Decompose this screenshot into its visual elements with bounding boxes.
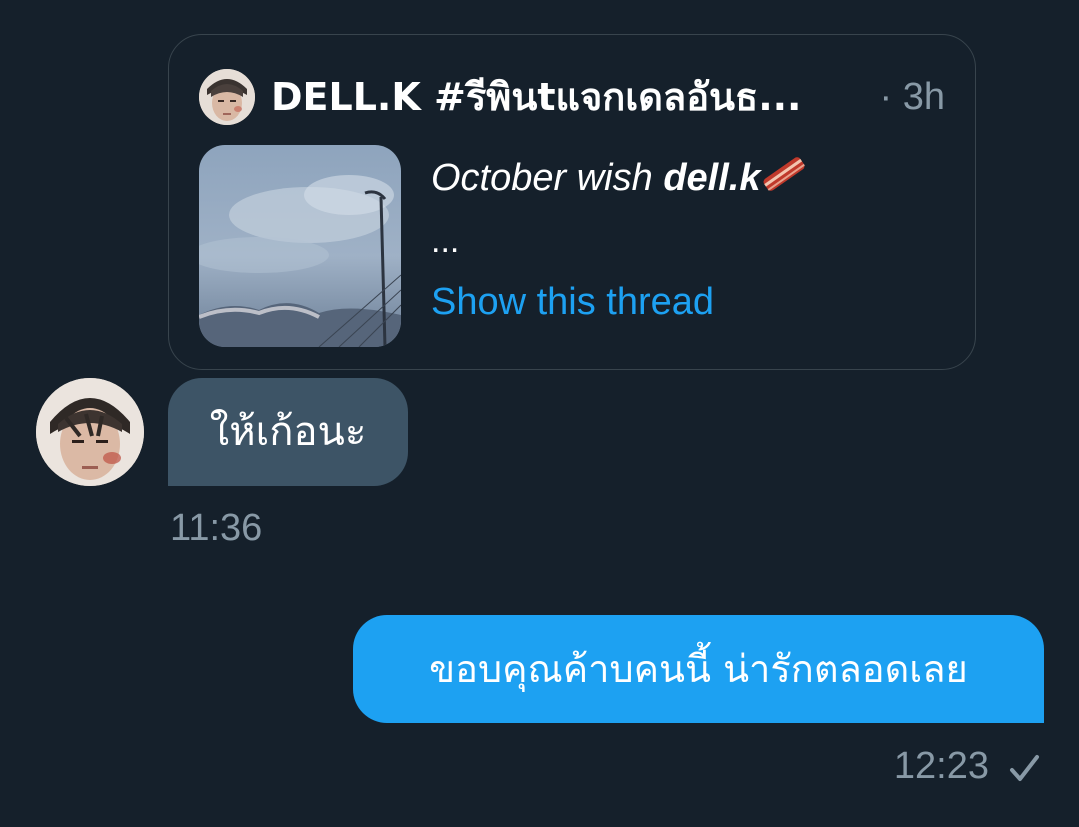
incoming-message-time: 11:36 bbox=[170, 507, 263, 549]
outgoing-message-bubble[interactable]: ขอบคุณค้าบคนนี้ น่ารักตลอดเลย bbox=[353, 615, 1044, 723]
show-thread-link[interactable]: Show this thread bbox=[431, 277, 714, 327]
incoming-message-bubble[interactable]: ให้เก้อนะ bbox=[168, 378, 408, 486]
quoted-tweet-image[interactable] bbox=[199, 145, 401, 347]
quoted-tweet-ellipsis: ... bbox=[431, 222, 460, 260]
quoted-text-plain: October wish bbox=[431, 157, 664, 199]
check-icon bbox=[1004, 748, 1044, 788]
quoted-text-bold: dell.k bbox=[663, 157, 761, 199]
quoted-author-name[interactable]: DELL.K #รีพินtแจกเดลอันธ... bbox=[271, 73, 841, 121]
quoted-tweet-text: October wish dell.k bbox=[431, 153, 808, 203]
sender-avatar[interactable] bbox=[36, 378, 144, 486]
outgoing-message-time: 12:23 bbox=[893, 745, 989, 787]
quoted-tweet-card[interactable]: DELL.K #รีพินtแจกเดลอันธ... · 3h October… bbox=[168, 34, 976, 370]
quoted-tweet-time: · 3h bbox=[879, 76, 945, 118]
quoted-author-avatar[interactable] bbox=[199, 69, 255, 125]
bacon-icon bbox=[760, 157, 808, 199]
